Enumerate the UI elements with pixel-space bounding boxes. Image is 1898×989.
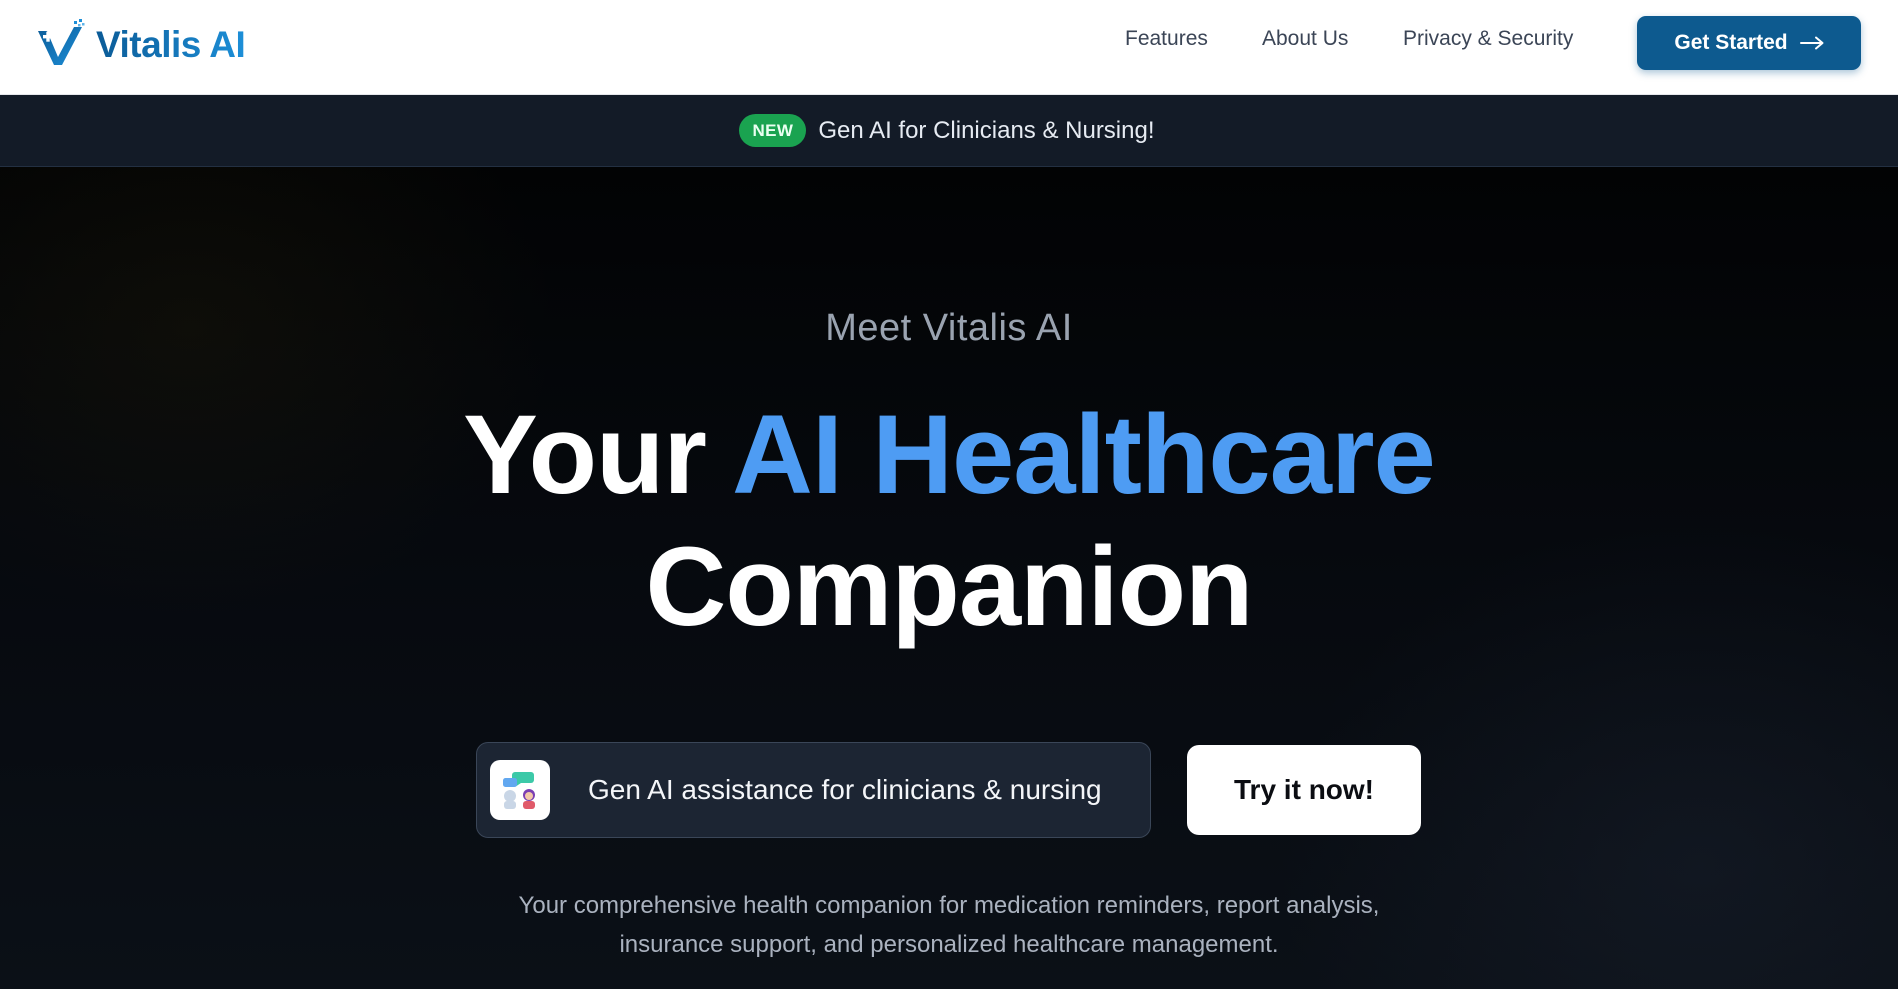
headline-accent: AI Healthcare (731, 392, 1436, 517)
clinician-chat-icon (503, 772, 535, 809)
hero-eyebrow: Meet Vitalis AI (825, 307, 1073, 349)
nav-privacy-security[interactable]: Privacy & Security (1403, 27, 1573, 51)
hero-description-line-2: insurance support, and personalized heal… (619, 931, 1279, 958)
site-header: Vitalis AI Features About Us Privacy & S… (0, 0, 1898, 95)
headline-prefix: Your (463, 392, 707, 517)
hero-description-line-1: Your comprehensive health companion for … (518, 892, 1380, 919)
feature-pill-text: Gen AI assistance for clinicians & nursi… (588, 774, 1102, 805)
headline-line-1: Your AI Healthcare (0, 389, 1898, 521)
announcement-text: Gen AI for Clinicians & Nursing! (818, 116, 1155, 144)
get-started-button[interactable]: Get Started (1637, 16, 1861, 70)
hero-description: Your comprehensive health companion for … (0, 886, 1898, 964)
brand-logo[interactable]: Vitalis AI (36, 18, 246, 70)
new-badge: NEW (739, 114, 807, 147)
hero-section: Meet Vitalis AI Your AI Healthcare Compa… (0, 167, 1898, 989)
pill-icon-box (490, 760, 550, 820)
nav-about-us[interactable]: About Us (1262, 27, 1348, 51)
hero-headline: Your AI Healthcare Companion (0, 389, 1898, 653)
get-started-label: Get Started (1674, 31, 1788, 54)
feature-pill[interactable]: Gen AI assistance for clinicians & nursi… (476, 742, 1151, 838)
headline-suffix: Companion (645, 524, 1254, 649)
brand-name: Vitalis AI (96, 23, 246, 65)
nav-features[interactable]: Features (1125, 27, 1208, 51)
vitalis-logo-icon (38, 19, 85, 65)
announcement-bar[interactable]: NEW Gen AI for Clinicians & Nursing! (0, 95, 1898, 167)
arrow-right-icon (1799, 36, 1824, 50)
try-it-now-button[interactable]: Try it now! (1187, 745, 1421, 835)
